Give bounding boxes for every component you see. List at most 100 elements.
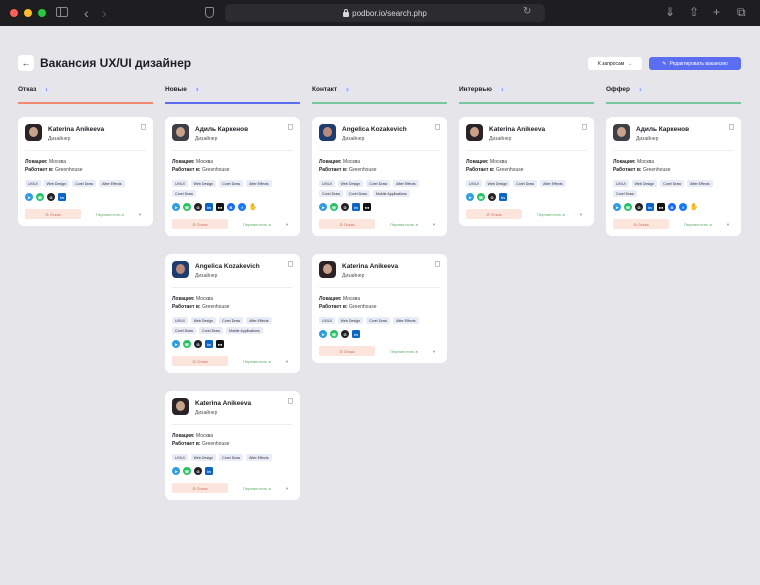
minimize-window-dot[interactable]: [24, 9, 32, 17]
telegram-icon[interactable]: ➤: [172, 340, 180, 348]
move-to-dropdown[interactable]: Переместить в ▼: [90, 209, 146, 219]
medium-icon[interactable]: ●●: [657, 203, 665, 211]
behance-icon[interactable]: B: [227, 203, 235, 211]
trash-icon[interactable]: [141, 124, 146, 130]
medium-icon[interactable]: ●●: [363, 203, 371, 211]
linkedin-icon[interactable]: in: [646, 203, 654, 211]
move-to-dropdown[interactable]: Переместить в ▼: [384, 346, 440, 356]
linkedin-icon[interactable]: in: [205, 467, 213, 475]
reload-icon[interactable]: ↻: [523, 6, 531, 17]
trash-icon[interactable]: [435, 261, 440, 267]
new-tab-icon[interactable]: +: [713, 5, 720, 19]
reject-button[interactable]: ⊘ Отказ: [319, 219, 375, 229]
trash-icon[interactable]: [288, 398, 293, 404]
hand-icon[interactable]: ✋: [690, 203, 699, 211]
reject-button[interactable]: ⊘ Отказ: [613, 219, 669, 229]
candidate-card[interactable]: Angelica Kozakevich Дизайнер Локация: Мо…: [165, 254, 300, 373]
reject-button[interactable]: ⊘ Отказ: [172, 356, 228, 366]
reject-button[interactable]: ⊘ Отказ: [25, 209, 81, 219]
candidate-name[interactable]: Katerina Anikeeva: [195, 400, 251, 407]
download-icon[interactable]: ⇓: [665, 5, 675, 19]
reject-button[interactable]: ⊘ Отказ: [172, 219, 228, 229]
reject-button[interactable]: ⊘ Отказ: [319, 346, 375, 356]
github-icon[interactable]: G: [488, 193, 496, 201]
facebook-icon[interactable]: f: [238, 203, 246, 211]
behance-icon[interactable]: B: [668, 203, 676, 211]
move-to-dropdown[interactable]: Переместить в ▼: [237, 219, 293, 229]
candidate-card[interactable]: Адиль Каркенов Дизайнер Локация: Москва …: [606, 117, 741, 236]
telegram-icon[interactable]: ➤: [172, 467, 180, 475]
github-icon[interactable]: G: [194, 340, 202, 348]
edit-vacancy-button[interactable]: ✎ Редактировать вакансию: [649, 57, 741, 70]
candidate-card[interactable]: Katerina Anikeeva Дизайнер Локация: Моск…: [165, 391, 300, 500]
candidate-name[interactable]: Katerina Anikeeva: [489, 126, 545, 133]
whatsapp-icon[interactable]: ☏: [330, 330, 338, 338]
privacy-shield-icon[interactable]: [205, 7, 214, 18]
maximize-window-dot[interactable]: [38, 9, 46, 17]
candidate-name[interactable]: Katerina Anikeeva: [48, 126, 104, 133]
move-to-dropdown[interactable]: Переместить в ▼: [237, 483, 293, 493]
whatsapp-icon[interactable]: ☏: [330, 203, 338, 211]
tabs-overview-icon[interactable]: ⧉: [737, 5, 746, 20]
back-arrow-icon[interactable]: ‹: [84, 5, 89, 21]
whatsapp-icon[interactable]: ☏: [183, 340, 191, 348]
medium-icon[interactable]: ●●: [216, 340, 224, 348]
telegram-icon[interactable]: ➤: [466, 193, 474, 201]
reject-button[interactable]: ⊘ Отказ: [466, 209, 522, 219]
github-icon[interactable]: G: [341, 203, 349, 211]
candidate-card[interactable]: Katerina Anikeeva Дизайнер Локация: Моск…: [312, 254, 447, 363]
move-to-dropdown[interactable]: Переместить в ▼: [384, 219, 440, 229]
candidate-card[interactable]: Katerina Anikeeva Дизайнер Локация: Моск…: [459, 117, 594, 226]
linkedin-icon[interactable]: in: [499, 193, 507, 201]
trash-icon[interactable]: [582, 124, 587, 130]
candidate-name[interactable]: Адиль Каркенов: [195, 126, 248, 133]
trash-icon[interactable]: [729, 124, 734, 130]
close-window-dot[interactable]: [10, 9, 18, 17]
column-count-badge: 1: [497, 86, 507, 93]
telegram-icon[interactable]: ➤: [319, 330, 327, 338]
to-requests-button[interactable]: К запросам →: [588, 57, 642, 70]
linkedin-icon[interactable]: in: [205, 340, 213, 348]
linkedin-icon[interactable]: in: [352, 203, 360, 211]
trash-icon[interactable]: [288, 124, 293, 130]
github-icon[interactable]: G: [341, 330, 349, 338]
github-icon[interactable]: G: [635, 203, 643, 211]
candidate-name[interactable]: Адиль Каркенов: [636, 126, 689, 133]
linkedin-icon[interactable]: in: [352, 330, 360, 338]
forward-arrow-icon[interactable]: ›: [102, 5, 107, 21]
telegram-icon[interactable]: ➤: [319, 203, 327, 211]
move-to-dropdown[interactable]: Переместить в ▼: [531, 209, 587, 219]
github-icon[interactable]: G: [47, 193, 55, 201]
github-icon[interactable]: G: [194, 203, 202, 211]
hand-icon[interactable]: ✋: [249, 203, 258, 211]
share-icon[interactable]: ⇧: [689, 5, 699, 19]
whatsapp-icon[interactable]: ☏: [36, 193, 44, 201]
move-to-dropdown[interactable]: Переместить в ▼: [237, 356, 293, 366]
whatsapp-icon[interactable]: ☏: [477, 193, 485, 201]
sidebar-toggle-icon[interactable]: [56, 7, 68, 17]
whatsapp-icon[interactable]: ☏: [624, 203, 632, 211]
linkedin-icon[interactable]: in: [58, 193, 66, 201]
telegram-icon[interactable]: ➤: [613, 203, 621, 211]
facebook-icon[interactable]: f: [679, 203, 687, 211]
trash-icon[interactable]: [288, 261, 293, 267]
candidate-card[interactable]: Адиль Каркенов Дизайнер Локация: Москва …: [165, 117, 300, 236]
move-to-dropdown[interactable]: Переместить в ▼: [678, 219, 734, 229]
telegram-icon[interactable]: ➤: [172, 203, 180, 211]
candidate-card[interactable]: Katerina Anikeeva Дизайнер Локация: Моск…: [18, 117, 153, 226]
reject-button[interactable]: ⊘ Отказ: [172, 483, 228, 493]
back-button[interactable]: ←: [18, 55, 34, 71]
medium-icon[interactable]: ●●: [216, 203, 224, 211]
address-bar[interactable]: podbor.io/search.php: [225, 4, 545, 22]
candidate-name[interactable]: Angelica Kozakevich: [342, 126, 407, 133]
whatsapp-icon[interactable]: ☏: [183, 203, 191, 211]
whatsapp-icon[interactable]: ☏: [183, 467, 191, 475]
candidate-name[interactable]: Katerina Anikeeva: [342, 263, 398, 270]
trash-icon[interactable]: [435, 124, 440, 130]
skill-tags: UX/UI Web Design Corel Draw After Effects: [25, 180, 146, 187]
telegram-icon[interactable]: ➤: [25, 193, 33, 201]
candidate-card[interactable]: Angelica Kozakevich Дизайнер Локация: Мо…: [312, 117, 447, 236]
linkedin-icon[interactable]: in: [205, 203, 213, 211]
candidate-name[interactable]: Angelica Kozakevich: [195, 263, 260, 270]
github-icon[interactable]: G: [194, 467, 202, 475]
